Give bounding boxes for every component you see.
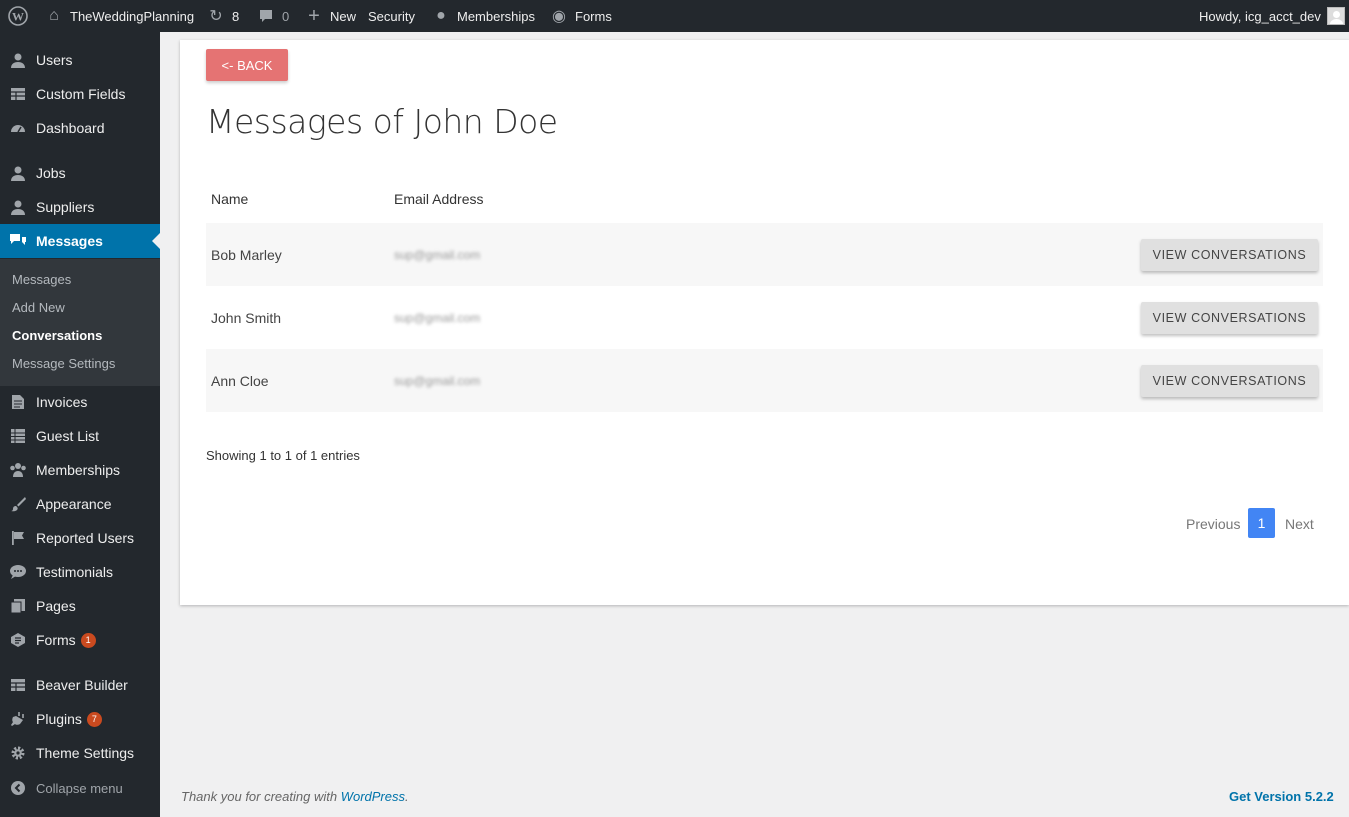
menu-item-invoices[interactable]: Invoices <box>0 385 160 419</box>
pages-icon <box>8 596 28 616</box>
menu-item-theme-settings[interactable]: Theme Settings <box>0 736 160 770</box>
menu-item-forms[interactable]: Forms 1 <box>0 623 160 657</box>
list-icon <box>8 426 28 446</box>
menu-item-users[interactable]: Users <box>0 43 160 77</box>
forms-icon: ◉ <box>552 8 566 25</box>
new-content-link[interactable]: + New <box>304 0 356 32</box>
flag-icon <box>8 528 28 548</box>
admin-sidebar: Users Custom Fields Dashboard Jobs Suppl… <box>0 32 160 817</box>
table-info: Showing 1 to 1 of 1 entries <box>206 448 360 463</box>
pagination-page-current[interactable]: 1 <box>1248 508 1275 538</box>
forms-icon <box>8 630 28 650</box>
group-icon <box>8 460 28 480</box>
view-conversations-button[interactable]: VIEW CONVERSATIONS <box>1141 302 1318 334</box>
menu-item-guest-list[interactable]: Guest List <box>0 419 160 453</box>
view-conversations-button[interactable]: VIEW CONVERSATIONS <box>1141 239 1318 271</box>
row-email: sup@gmail.com <box>394 374 481 388</box>
menu-item-memberships[interactable]: Memberships <box>0 453 160 487</box>
row-email: sup@gmail.com <box>394 311 481 325</box>
home-icon: ⌂ <box>49 7 59 24</box>
view-conversations-button[interactable]: VIEW CONVERSATIONS <box>1141 365 1318 397</box>
submenu-conversations[interactable]: Conversations <box>12 328 102 343</box>
footer-thanks: Thank you for creating with WordPress. <box>181 789 409 804</box>
pagination-previous[interactable]: Previous <box>1186 516 1240 532</box>
menu-item-suppliers[interactable]: Suppliers <box>0 190 160 224</box>
table-icon <box>8 84 28 104</box>
comment-icon <box>8 562 28 582</box>
site-name-link[interactable]: ⌂ TheWeddingPlanning <box>44 0 194 32</box>
page-title: Messages of John Doe <box>206 102 558 141</box>
brush-icon <box>8 494 28 514</box>
table-row: John Smith sup@gmail.com VIEW CONVERSATI… <box>206 286 1323 349</box>
security-link[interactable]: Security <box>368 0 415 32</box>
memberships-link[interactable]: ● Memberships <box>431 0 535 32</box>
group-icon: ● <box>436 7 446 24</box>
menu-item-custom-fields[interactable]: Custom Fields <box>0 77 160 111</box>
collapse-arrow-icon <box>8 778 28 798</box>
pagination-next[interactable]: Next <box>1285 516 1314 532</box>
column-header-email[interactable]: Email Address <box>394 191 483 207</box>
user-icon <box>8 197 28 217</box>
user-icon <box>8 163 28 183</box>
submenu-message-settings[interactable]: Message Settings <box>12 356 115 371</box>
menu-item-dashboard[interactable]: Dashboard <box>0 111 160 145</box>
row-name: Bob Marley <box>211 247 282 263</box>
updates-icon: ↻ <box>209 8 223 25</box>
submenu-add-new[interactable]: Add New <box>12 300 65 315</box>
forms-link[interactable]: ◉ Forms <box>549 0 612 32</box>
menu-item-testimonials[interactable]: Testimonials <box>0 555 160 589</box>
menu-item-plugins[interactable]: Plugins 7 <box>0 702 160 736</box>
dashboard-icon <box>8 118 28 138</box>
table-icon <box>8 675 28 695</box>
forms-count-badge: 1 <box>80 632 96 648</box>
back-button[interactable]: <- BACK <box>206 49 288 81</box>
menu-item-pages[interactable]: Pages <box>0 589 160 623</box>
plugin-icon <box>8 709 28 729</box>
plugins-count-badge: 7 <box>86 711 102 727</box>
messages-submenu: Messages Add New Conversations Message S… <box>0 259 160 386</box>
my-account-link[interactable]: Howdy, icg_acct_dev <box>1199 0 1345 32</box>
menu-item-appearance[interactable]: Appearance <box>0 487 160 521</box>
avatar <box>1326 7 1345 25</box>
document-icon <box>8 392 28 412</box>
updates-link[interactable]: ↻ 8 <box>206 0 239 32</box>
user-icon <box>8 50 28 70</box>
wordpress-logo-icon[interactable]: W <box>8 0 28 32</box>
row-name: John Smith <box>211 310 282 326</box>
column-header-name[interactable]: Name <box>211 191 248 207</box>
menu-item-messages[interactable]: Messages <box>0 224 160 258</box>
wordpress-link[interactable]: WordPress <box>341 789 405 804</box>
submenu-messages[interactable]: Messages <box>12 272 71 287</box>
admin-bar: W ⌂ TheWeddingPlanning ↻ 8 0 + New Secur… <box>0 0 1349 32</box>
row-email: sup@gmail.com <box>394 248 481 262</box>
get-version-link[interactable]: Get Version 5.2.2 <box>1229 789 1334 804</box>
gear-icon <box>8 743 28 763</box>
chat-icon <box>8 231 28 251</box>
table-row: Ann Cloe sup@gmail.com VIEW CONVERSATION… <box>206 349 1323 412</box>
plus-icon: + <box>308 4 320 27</box>
svg-text:W: W <box>12 10 24 24</box>
menu-item-jobs[interactable]: Jobs <box>0 156 160 190</box>
menu-item-reported-users[interactable]: Reported Users <box>0 521 160 555</box>
menu-item-beaver-builder[interactable]: Beaver Builder <box>0 668 160 702</box>
comments-link[interactable]: 0 <box>256 0 289 32</box>
comment-icon <box>256 6 276 26</box>
table-row: Bob Marley sup@gmail.com VIEW CONVERSATI… <box>206 223 1323 286</box>
row-name: Ann Cloe <box>211 373 269 389</box>
messages-panel: <- BACK Messages of John Doe Name Email … <box>180 40 1349 605</box>
collapse-menu-button[interactable]: Collapse menu <box>0 771 160 805</box>
